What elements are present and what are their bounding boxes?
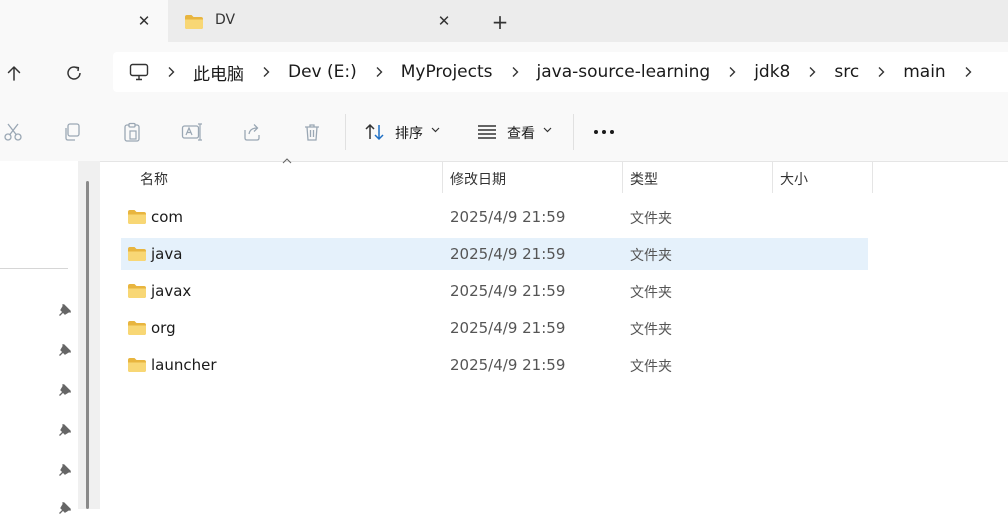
up-arrow-icon[interactable]: [0, 59, 28, 87]
file-row[interactable]: org 2025/4/9 21:59 文件夹: [121, 312, 868, 344]
file-type: 文件夹: [630, 285, 672, 301]
tab-title: DV: [215, 12, 236, 28]
file-row[interactable]: com 2025/4/9 21:59 文件夹: [121, 201, 868, 233]
column-header-date[interactable]: 修改日期: [443, 161, 621, 193]
chevron-right-icon[interactable]: [712, 66, 752, 78]
column-header-label: 修改日期: [450, 172, 506, 188]
refresh-icon[interactable]: [60, 59, 88, 87]
breadcrumb-drive[interactable]: Dev (E:): [286, 62, 359, 82]
this-pc-icon[interactable]: [129, 63, 151, 81]
breadcrumb: 此电脑 Dev (E:) MyProjects java-source-lear…: [129, 52, 988, 92]
file-row[interactable]: javax 2025/4/9 21:59 文件夹: [121, 275, 868, 307]
file-modified-date: 2025/4/9 21:59: [450, 245, 566, 263]
chevron-right-icon[interactable]: [948, 66, 988, 78]
more-options-icon[interactable]: [593, 121, 615, 143]
file-name: com: [151, 208, 184, 226]
tab-strip: ✕ DV ✕ +: [0, 0, 1008, 42]
file-row[interactable]: java 2025/4/9 21:59 文件夹: [121, 238, 868, 270]
column-header-type[interactable]: 类型: [623, 161, 771, 193]
pin-icon[interactable]: [58, 383, 72, 397]
file-name: launcher: [151, 356, 217, 374]
column-header-label: 类型: [630, 172, 658, 188]
share-icon[interactable]: [241, 121, 263, 143]
column-header-name[interactable]: 名称: [121, 161, 441, 193]
folder-icon: [128, 247, 146, 261]
file-type: 文件夹: [630, 248, 672, 264]
folder-icon: [128, 321, 146, 335]
chevron-right-icon[interactable]: [151, 66, 191, 78]
chevron-right-icon[interactable]: [359, 66, 399, 78]
navigation-pane: [0, 161, 100, 514]
sort-icon[interactable]: [364, 121, 386, 143]
breadcrumb-jdk8[interactable]: jdk8: [752, 62, 792, 82]
scrollbar-thumb[interactable]: [86, 181, 89, 509]
folder-icon: [128, 284, 146, 298]
copy-icon[interactable]: [61, 121, 83, 143]
address-bar[interactable]: 此电脑 Dev (E:) MyProjects java-source-lear…: [113, 52, 1008, 92]
file-modified-date: 2025/4/9 21:59: [450, 208, 566, 226]
chevron-right-icon[interactable]: [495, 66, 535, 78]
command-bar: 排序 查看: [0, 102, 1008, 162]
scrollbar-track[interactable]: [78, 161, 100, 509]
view-button-label[interactable]: 查看: [507, 123, 535, 143]
column-header-label: 大小: [780, 172, 808, 188]
file-name: javax: [151, 282, 192, 300]
sort-button-label[interactable]: 排序: [395, 123, 423, 143]
new-tab-button[interactable]: +: [488, 10, 512, 34]
divider: [573, 114, 574, 150]
file-modified-date: 2025/4/9 21:59: [450, 282, 566, 300]
close-tab-icon[interactable]: ✕: [133, 10, 155, 32]
file-type: 文件夹: [630, 322, 672, 338]
folder-icon: [128, 358, 146, 372]
breadcrumb-java-source-learning[interactable]: java-source-learning: [535, 62, 713, 82]
pin-icon[interactable]: [58, 423, 72, 437]
chevron-right-icon[interactable]: [861, 66, 901, 78]
file-row[interactable]: launcher 2025/4/9 21:59 文件夹: [121, 349, 868, 381]
navigation-row: 此电脑 Dev (E:) MyProjects java-source-lear…: [0, 42, 1008, 102]
breadcrumb-main[interactable]: main: [901, 62, 947, 82]
chevron-down-icon[interactable]: [543, 127, 552, 133]
file-name: org: [151, 319, 176, 337]
divider: [345, 114, 346, 150]
folder-icon: [128, 210, 146, 224]
file-type: 文件夹: [630, 359, 672, 375]
chevron-right-icon[interactable]: [792, 66, 832, 78]
file-type: 文件夹: [630, 211, 672, 227]
tab-active[interactable]: ✕: [0, 0, 168, 42]
divider: [0, 268, 68, 269]
tab-dv[interactable]: DV ✕: [170, 0, 470, 42]
pin-icon[interactable]: [58, 463, 72, 477]
breadcrumb-myprojects[interactable]: MyProjects: [399, 62, 495, 82]
pin-icon[interactable]: [58, 303, 72, 317]
breadcrumb-this-pc[interactable]: 此电脑: [191, 60, 246, 85]
view-icon[interactable]: [476, 121, 498, 143]
cut-icon[interactable]: [2, 121, 24, 143]
file-modified-date: 2025/4/9 21:59: [450, 319, 566, 337]
paste-icon[interactable]: [121, 121, 143, 143]
column-header-size[interactable]: 大小: [773, 161, 871, 193]
file-modified-date: 2025/4/9 21:59: [450, 356, 566, 374]
delete-icon[interactable]: [301, 121, 323, 143]
pin-icon[interactable]: [58, 343, 72, 357]
folder-icon: [185, 15, 203, 29]
chevron-down-icon[interactable]: [431, 127, 440, 133]
column-header-label: 名称: [140, 172, 168, 188]
chevron-right-icon[interactable]: [246, 66, 286, 78]
column-divider[interactable]: [872, 161, 873, 193]
rename-icon[interactable]: [181, 121, 203, 143]
pin-icon[interactable]: [58, 501, 72, 515]
breadcrumb-src[interactable]: src: [832, 62, 861, 82]
close-tab-icon[interactable]: ✕: [433, 10, 455, 32]
file-name: java: [151, 245, 183, 263]
